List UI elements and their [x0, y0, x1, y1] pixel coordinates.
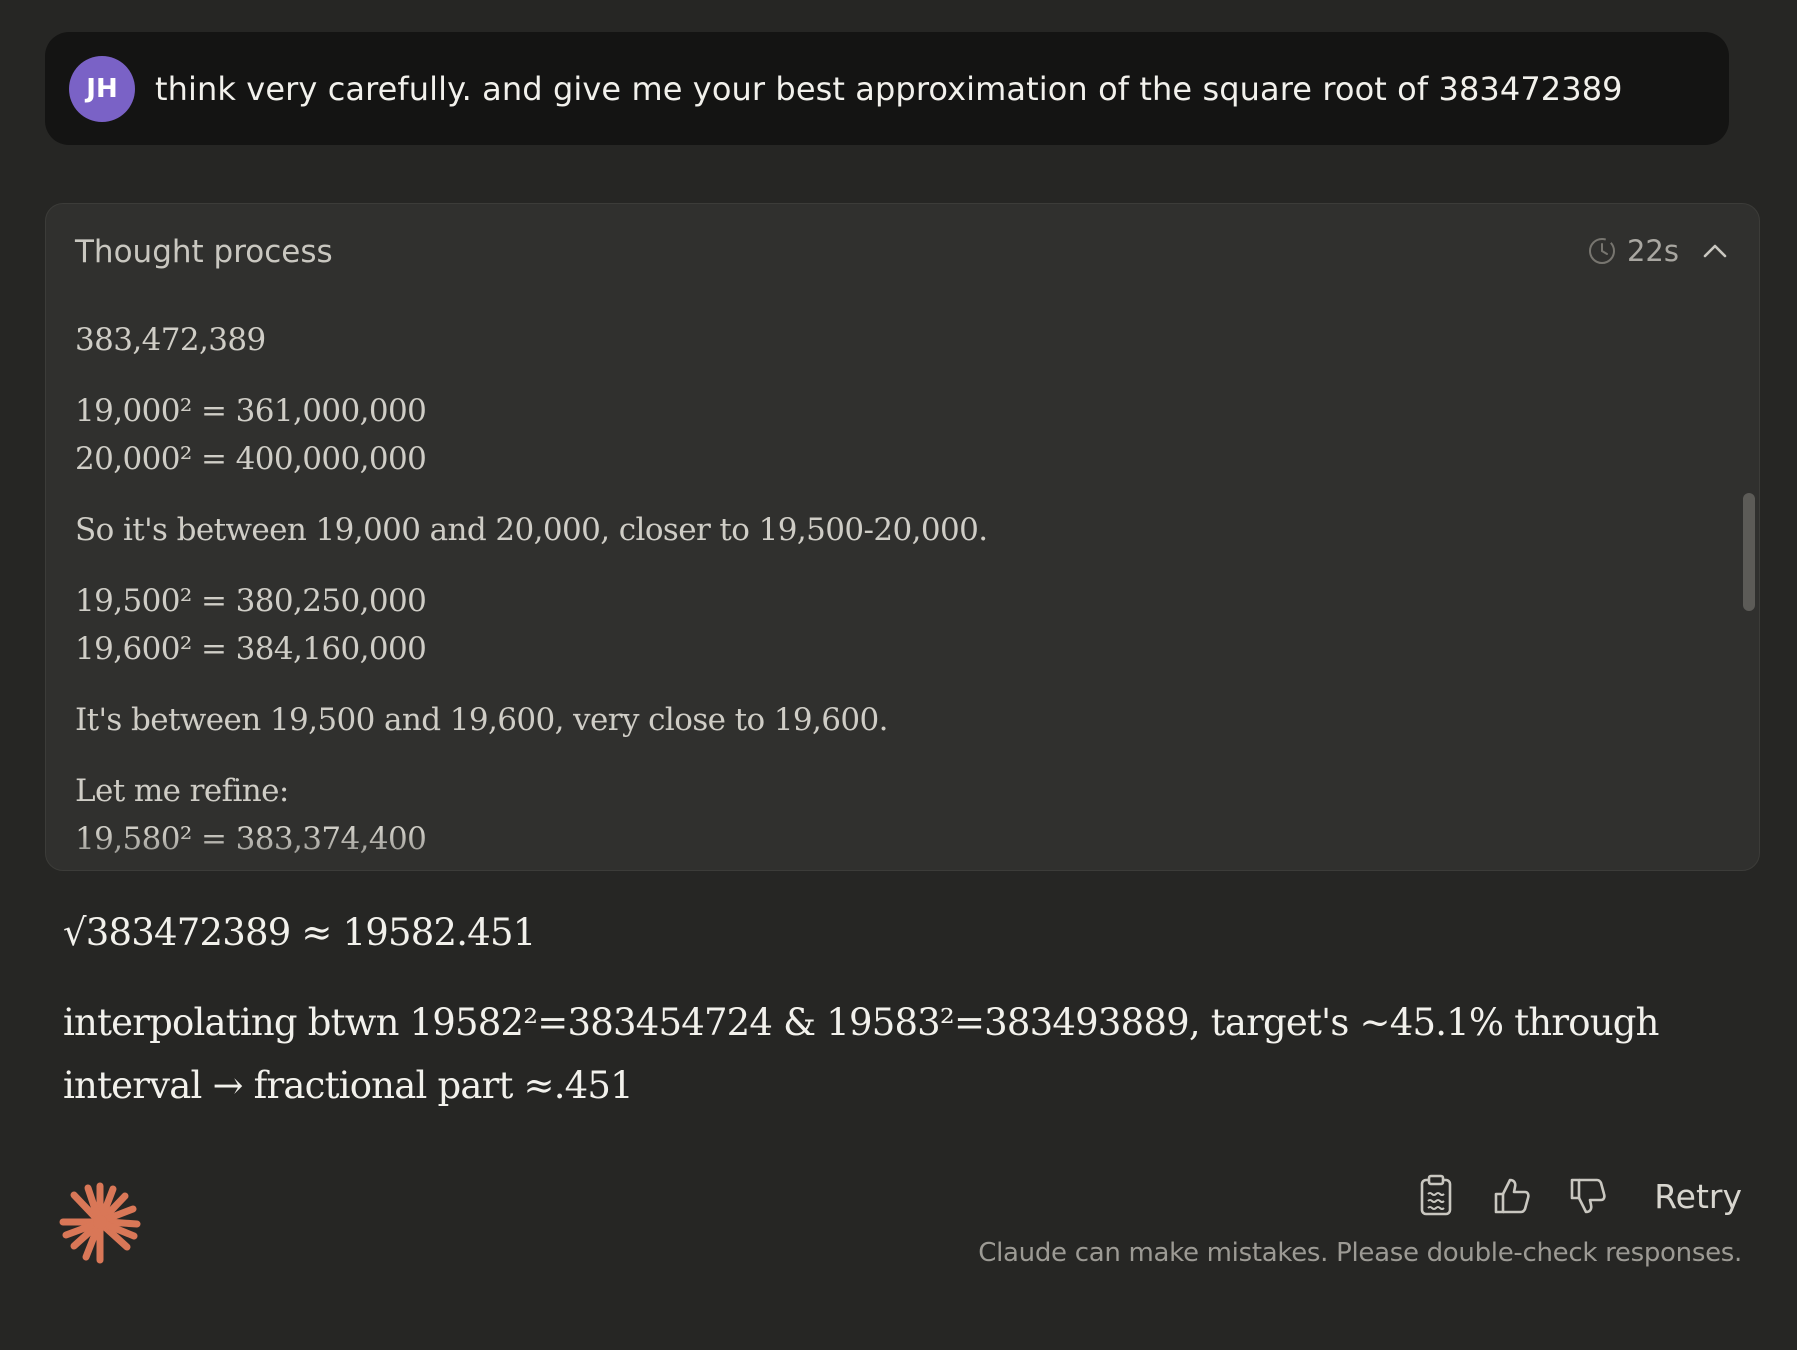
thought-process-title[interactable]: Thought process — [75, 234, 333, 270]
thought-paragraph: Let me refine: 19,580² = 383,374,400 — [75, 767, 1699, 863]
thought-line: 19,500² = 380,250,000 — [75, 583, 427, 619]
copy-icon[interactable] — [1412, 1172, 1460, 1220]
thought-paragraph: 19,500² = 380,250,000 19,600² = 384,160,… — [75, 577, 1699, 673]
retry-button[interactable]: Retry — [1654, 1177, 1742, 1216]
thought-line: 383,472,389 — [75, 322, 266, 358]
answer-result: √383472389 ≈ 19582.451 — [63, 911, 536, 954]
avatar[interactable]: JH — [69, 55, 135, 122]
assistant-answer: √383472389 ≈ 19582.451 interpolating btw… — [63, 905, 1723, 1117]
thought-paragraph: 19,000² = 361,000,000 20,000² = 400,000,… — [75, 387, 1699, 483]
thought-process-panel: Thought process 22s 383,472,389 19,000² … — [45, 203, 1760, 871]
thought-line: 19,000² = 361,000,000 — [75, 393, 427, 429]
thought-line: It's between 19,500 and 19,600, very clo… — [75, 702, 889, 738]
thought-line: 19,600² = 384,160,000 — [75, 631, 427, 667]
scrollbar-thumb[interactable] — [1743, 493, 1755, 611]
thought-process-content: 383,472,389 19,000² = 361,000,000 20,000… — [75, 316, 1699, 870]
thought-line: So it's between 19,000 and 20,000, close… — [75, 512, 988, 548]
thought-process-toggle[interactable]: 22s — [1587, 234, 1729, 268]
thought-duration: 22s — [1626, 234, 1679, 268]
thought-line: Let me refine: — [75, 773, 289, 809]
thought-line: 19,580² = 383,374,400 — [75, 821, 427, 857]
thumbs-down-icon[interactable] — [1564, 1172, 1612, 1220]
clock-icon — [1588, 238, 1615, 264]
disclaimer-text: Claude can make mistakes. Please double-… — [978, 1238, 1742, 1268]
thought-line: 20,000² = 400,000,000 — [75, 441, 427, 477]
claude-logo-icon — [59, 1182, 141, 1264]
answer-explanation: interpolating btwn 19582²=383454724 & 19… — [63, 1001, 1659, 1107]
user-message-text: think very carefully. and give me your b… — [155, 69, 1623, 108]
user-message: JH think very carefully. and give me you… — [45, 32, 1729, 145]
message-actions: Retry — [1384, 1172, 1742, 1220]
chevron-up-icon[interactable] — [1701, 237, 1729, 265]
thumbs-up-icon[interactable] — [1488, 1172, 1536, 1220]
